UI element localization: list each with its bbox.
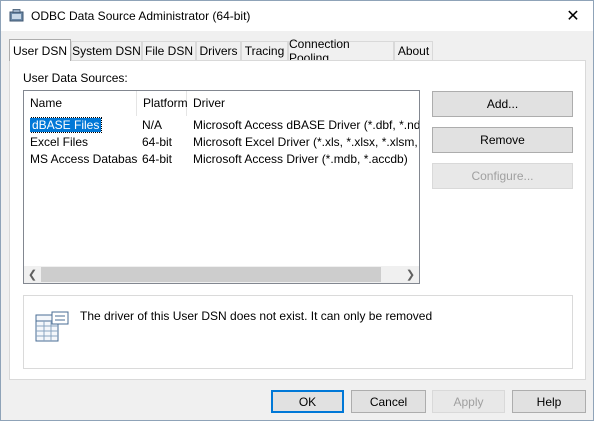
tab-user-dsn[interactable]: User DSN	[9, 39, 71, 61]
title-bar: ODBC Data Source Administrator (64-bit) …	[1, 1, 593, 31]
data-sources-list[interactable]: Name Platform Driver dBASE Files N/A Mic…	[23, 90, 420, 284]
cancel-button[interactable]: Cancel	[351, 390, 426, 413]
scrollbar-thumb[interactable]	[41, 267, 381, 282]
apply-button[interactable]: Apply	[432, 390, 505, 413]
dsn-driver: Microsoft Access Driver (*.mdb, *.accdb)	[193, 152, 408, 166]
dsn-platform: 64-bit	[142, 152, 173, 166]
chevron-left-icon[interactable]: ❮	[24, 266, 41, 283]
dsn-name: MS Access Database	[30, 152, 138, 166]
tab-tracing[interactable]: Tracing	[241, 41, 288, 60]
info-box: The driver of this User DSN does not exi…	[23, 295, 573, 369]
add-button[interactable]: Add...	[432, 91, 573, 117]
configure-button[interactable]: Configure...	[432, 163, 573, 189]
list-header: Name Platform Driver	[24, 91, 419, 116]
help-button[interactable]: Help	[512, 390, 586, 413]
column-header-platform[interactable]: Platform	[137, 91, 188, 116]
info-message: The driver of this User DSN does not exi…	[80, 309, 433, 323]
data-sheet-icon	[35, 311, 69, 342]
chevron-right-icon[interactable]: ❯	[402, 266, 419, 283]
dsn-driver: Microsoft Access dBASE Driver (*.dbf, *.…	[193, 118, 419, 132]
dsn-driver: Microsoft Excel Driver (*.xls, *.xlsx, *…	[193, 135, 419, 149]
list-item[interactable]: MS Access Database 64-bit Microsoft Acce…	[24, 151, 419, 168]
dsn-name: Excel Files	[30, 135, 89, 149]
remove-button[interactable]: Remove	[432, 127, 573, 153]
tab-about[interactable]: About	[394, 41, 433, 60]
tab-system-dsn[interactable]: System DSN	[71, 41, 142, 60]
dsn-platform: N/A	[142, 118, 163, 132]
user-data-sources-label: User Data Sources:	[23, 71, 128, 85]
close-icon[interactable]: ✕	[553, 1, 593, 31]
column-header-driver[interactable]: Driver	[187, 91, 419, 116]
list-item[interactable]: dBASE Files N/A Microsoft Access dBASE D…	[24, 117, 419, 134]
horizontal-scrollbar[interactable]: ❮ ❯	[24, 266, 419, 283]
column-header-name[interactable]: Name	[24, 91, 137, 116]
odbc-admin-icon	[9, 9, 24, 22]
window-title: ODBC Data Source Administrator (64-bit)	[31, 9, 251, 23]
tab-drivers[interactable]: Drivers	[196, 41, 241, 60]
list-item[interactable]: Excel Files 64-bit Microsoft Excel Drive…	[24, 134, 419, 151]
tab-connection-pooling[interactable]: Connection Pooling	[288, 37, 394, 65]
ok-button[interactable]: OK	[271, 390, 344, 413]
odbc-admin-window: ODBC Data Source Administrator (64-bit) …	[0, 0, 594, 421]
tab-file-dsn[interactable]: File DSN	[142, 41, 196, 60]
dsn-name: dBASE Files	[30, 117, 103, 133]
dsn-platform: 64-bit	[142, 135, 173, 149]
